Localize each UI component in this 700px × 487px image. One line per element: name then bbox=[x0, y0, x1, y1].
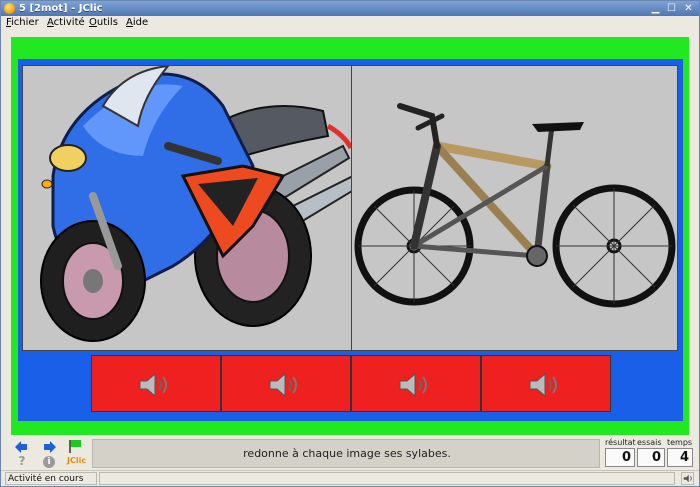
menu-outils[interactable]: Outils bbox=[89, 16, 118, 30]
menu-fichier[interactable]: Fichier bbox=[6, 16, 39, 30]
image-cell-bicycle[interactable] bbox=[351, 65, 678, 351]
next-activity-icon[interactable] bbox=[43, 440, 57, 454]
speaker-icon bbox=[529, 372, 557, 398]
speaker-icon bbox=[399, 372, 427, 398]
motorcycle-illustration bbox=[40, 66, 351, 342]
time-counter: 4 bbox=[667, 448, 693, 467]
close-button[interactable]: ✕ bbox=[682, 2, 695, 15]
jclic-window: 5 [2mot] - JClic ▁ ☐ ✕ Fichier Activité … bbox=[0, 0, 700, 487]
menu-label: ide bbox=[132, 17, 149, 28]
app-icon bbox=[4, 3, 15, 14]
bicycle-illustration bbox=[354, 103, 676, 308]
message-box: redonne à chaque image ses sylabes. bbox=[92, 439, 600, 468]
jclic-logo[interactable]: JClic bbox=[67, 456, 86, 465]
maximize-button[interactable]: ☐ bbox=[665, 2, 678, 15]
image-cell-motorcycle[interactable] bbox=[22, 65, 352, 351]
time-label: temps bbox=[667, 438, 693, 447]
sound-toggle-icon[interactable] bbox=[681, 472, 694, 485]
window-title: 5 [2mot] - JClic bbox=[19, 3, 103, 14]
status-progress bbox=[99, 472, 675, 485]
menu-accel: A bbox=[47, 17, 54, 28]
previous-activity-icon[interactable] bbox=[14, 440, 28, 454]
syllable-sound-row bbox=[91, 355, 611, 412]
sound-cell-3[interactable] bbox=[351, 355, 481, 412]
speaker-icon bbox=[139, 372, 167, 398]
menu-accel: O bbox=[89, 17, 97, 28]
sound-cell-2[interactable] bbox=[221, 355, 351, 412]
speaker-icon bbox=[269, 372, 297, 398]
message-text: redonne à chaque image ses sylabes. bbox=[243, 447, 451, 460]
minimize-button[interactable]: ▁ bbox=[649, 2, 662, 15]
help-icon[interactable]: ? bbox=[15, 455, 29, 468]
sound-cell-4[interactable] bbox=[481, 355, 611, 412]
result-label: résultat bbox=[605, 438, 636, 447]
tries-counter: 0 bbox=[637, 448, 665, 467]
menu-activite[interactable]: Activité bbox=[47, 16, 85, 30]
menu-label: ctivité bbox=[53, 17, 85, 28]
menu-bar: Fichier Activité Outils Aide bbox=[1, 16, 699, 30]
menu-aide[interactable]: Aide bbox=[126, 16, 148, 30]
menu-label: ichier bbox=[11, 17, 39, 28]
title-bar[interactable]: 5 [2mot] - JClic ▁ ☐ ✕ bbox=[1, 1, 699, 16]
tries-label: essais bbox=[637, 438, 662, 447]
reset-flag-icon[interactable] bbox=[68, 439, 82, 454]
result-counter: 0 bbox=[605, 448, 635, 467]
menu-label: utils bbox=[96, 17, 118, 28]
control-bar: ? i JClic redonne à chaque image ses syl… bbox=[5, 437, 697, 469]
status-text: Activité en cours bbox=[5, 472, 97, 485]
info-icon[interactable]: i bbox=[43, 456, 55, 468]
status-bar: Activité en cours bbox=[1, 470, 699, 486]
sound-cell-1[interactable] bbox=[91, 355, 221, 412]
menu-accel: A bbox=[126, 17, 133, 28]
